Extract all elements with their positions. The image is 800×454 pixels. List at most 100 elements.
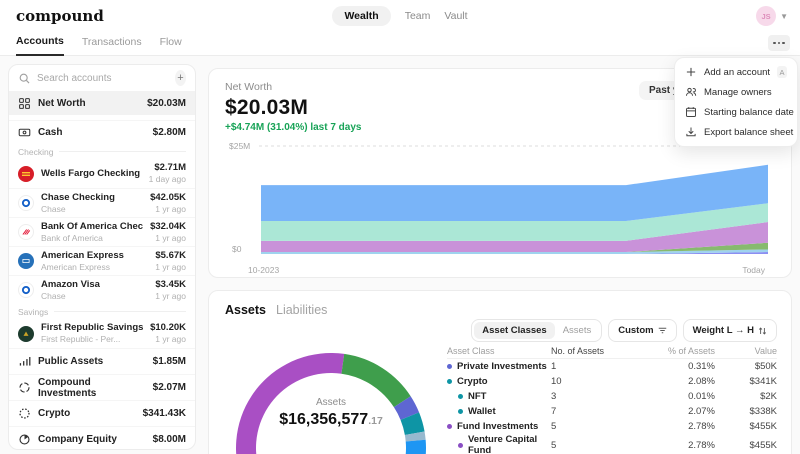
col-no-of-assets[interactable]: No. of Assets [551, 346, 627, 356]
account-value: $5.67K [155, 249, 186, 261]
row-value: $455K [749, 439, 777, 451]
item-label: Net Worth [38, 97, 86, 109]
row-count: 5 [551, 421, 557, 432]
col-value[interactable]: Value [715, 346, 777, 356]
row-name: Fund Investments [457, 421, 539, 432]
search-icon [19, 73, 30, 83]
nav-vault[interactable]: Vault [444, 10, 467, 22]
assets-controls: Asset Classes Assets Custom Weight L → H [471, 319, 777, 342]
account-value: $42.05K [150, 191, 186, 203]
toggle-asset-classes[interactable]: Asset Classes [474, 322, 555, 339]
account-row-first-republic[interactable]: First Republic Savings First Republic - P… [9, 319, 195, 348]
sidebar-item-crypto[interactable]: Crypto $341.43K [9, 400, 195, 426]
series-dot [458, 442, 463, 448]
y-axis-bottom-label: $0 [232, 244, 242, 254]
item-label: Crypto [38, 408, 71, 419]
row-count: 1 [551, 361, 557, 372]
account-name: First Republic Savings [41, 322, 144, 334]
custom-filter-button[interactable]: Custom [608, 319, 677, 342]
account-value: $32.04K [150, 220, 186, 232]
search-row: + [9, 65, 195, 91]
user-menu[interactable]: JS ▼ [756, 6, 788, 26]
bar-chart-icon [19, 357, 31, 366]
account-subtitle: Chase [41, 290, 66, 301]
table-row[interactable]: Fund Investments 5 2.78% $455K [447, 419, 777, 434]
account-subtitle: American Express [41, 261, 110, 272]
net-worth-chart: $25M $0 10-2023 Today [225, 141, 777, 277]
series-dot [458, 409, 463, 414]
menu-item-label: Starting balance date [704, 106, 794, 118]
nav-team[interactable]: Team [405, 10, 431, 22]
download-icon [686, 127, 696, 137]
grid-icon [19, 97, 30, 109]
sort-arrows-icon [758, 326, 767, 335]
account-updated: 1 yr ago [155, 232, 186, 243]
row-count: 5 [551, 439, 557, 451]
pie-segments-icon [19, 382, 30, 393]
tab-accounts[interactable]: Accounts [16, 35, 64, 56]
sort-label: Weight L → H [692, 325, 754, 336]
assets-card: Assets Liabilities Asset Classes Assets … [208, 290, 792, 454]
account-name: Bank Of America Checking [41, 220, 144, 232]
menu-item-label: Add an account [704, 66, 771, 78]
menu-item-starting-balance-date[interactable]: Starting balance date [675, 102, 797, 122]
nav-wealth[interactable]: Wealth [332, 6, 391, 26]
section-label-savings: Savings [9, 304, 195, 319]
row-value: $455K [749, 421, 777, 432]
sidebar-item-net-worth[interactable]: Net Worth $20.03M [9, 91, 195, 115]
col-pct-of-assets[interactable]: % of Assets [627, 346, 715, 356]
account-updated: 1 day ago [148, 174, 186, 185]
x-axis-left-label: 10-2023 [248, 265, 280, 275]
american-express-logo [18, 253, 34, 269]
table-row[interactable]: NFT 3 0.01% $2K [447, 389, 777, 404]
sidebar-item-cash[interactable]: Cash $2.80M [9, 120, 195, 144]
chase-logo [18, 195, 34, 211]
tab-transactions[interactable]: Transactions [82, 36, 142, 55]
account-updated: 1 yr ago [155, 334, 186, 345]
tab-assets-view[interactable]: Assets [225, 303, 266, 317]
sidebar-item-compound-investments[interactable]: Compound Investments $2.07M [9, 374, 195, 400]
menu-item-add-account[interactable]: Add an account A [675, 62, 797, 82]
accounts-sidebar: + Net Worth $20.03M Cash $2.80M Checking… [8, 64, 196, 450]
account-row-amazon-visa[interactable]: Amazon Visa Chase $3.45K 1 yr ago [9, 275, 195, 304]
search-input[interactable] [37, 72, 169, 84]
toggle-assets[interactable]: Assets [555, 322, 600, 339]
series-dot [447, 424, 452, 429]
shortcut-badge: A [777, 66, 787, 78]
cash-icon [18, 128, 31, 137]
account-row-wells-fargo[interactable]: Wells Fargo Checking $2.71M 1 day ago [9, 159, 195, 188]
tab-flow[interactable]: Flow [160, 36, 182, 55]
avatar[interactable]: JS [756, 6, 777, 26]
table-row[interactable]: Wallet 7 2.07% $338K [447, 404, 777, 419]
item-label: Cash [38, 127, 63, 138]
table-row[interactable]: Crypto 10 2.08% $341K [447, 374, 777, 389]
more-options-button[interactable] [768, 35, 790, 51]
row-name: Crypto [457, 376, 488, 387]
add-account-icon[interactable]: + [175, 70, 186, 86]
sort-button[interactable]: Weight L → H [682, 319, 777, 342]
row-name: Private Investments [457, 361, 547, 372]
menu-item-export-balance-sheet[interactable]: Export balance sheet [675, 122, 797, 142]
calendar-icon [686, 107, 696, 117]
sidebar-item-public-assets[interactable]: Public Assets $1.85M [9, 348, 195, 374]
donut-center-label: Assets [315, 397, 346, 408]
item-value: $8.00M [152, 434, 186, 445]
account-row-bofa-checking[interactable]: Bank Of America CheckingBank of America … [9, 217, 195, 246]
tab-liabilities-view[interactable]: Liabilities [276, 303, 327, 317]
account-subtitle: First Republic - Per... [41, 334, 121, 345]
table-row[interactable]: Private Investments 1 0.31% $50K [447, 359, 777, 374]
table-header-row: Asset Class No. of Assets % of Assets Va… [447, 343, 777, 359]
item-value: $20.03M [147, 97, 186, 109]
row-pct: 2.78% [688, 439, 715, 451]
row-count: 10 [551, 376, 562, 387]
row-pct: 0.01% [688, 391, 715, 402]
plus-icon [686, 67, 696, 77]
table-row[interactable]: Venture Capital Fund 5 2.78% $455K [447, 434, 777, 454]
menu-item-manage-owners[interactable]: Manage owners [675, 82, 797, 102]
sidebar-item-company-equity[interactable]: Company Equity $8.00M [9, 426, 195, 449]
account-row-american-express[interactable]: American Express American Express $5.67K 1… [9, 246, 195, 275]
col-asset-class[interactable]: Asset Class [447, 346, 551, 356]
account-subtitle: Chase [41, 203, 66, 214]
account-row-chase-checking[interactable]: Chase Checking Chase $42.05K 1 yr ago [9, 188, 195, 217]
account-value: $10.20K [150, 322, 186, 334]
